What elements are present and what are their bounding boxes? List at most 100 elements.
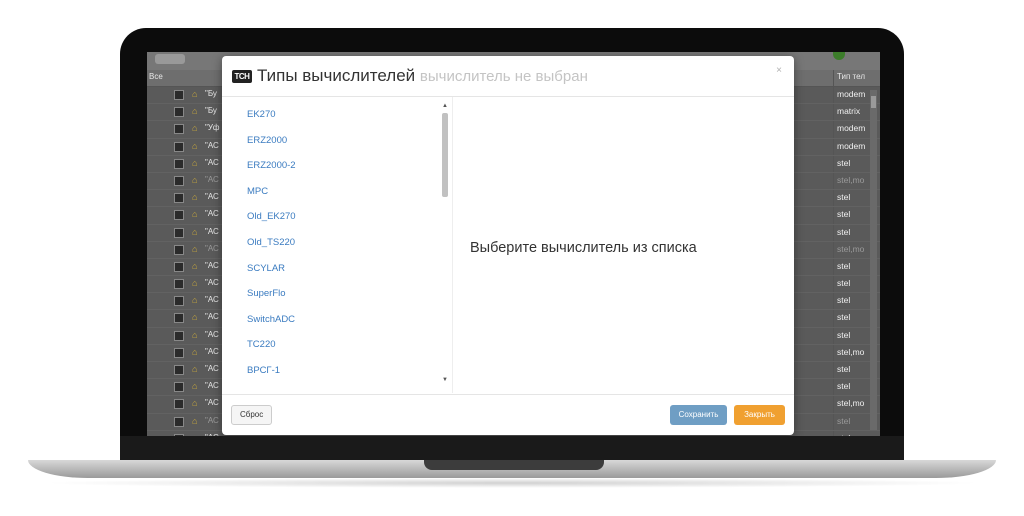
close-icon[interactable]: ×: [776, 65, 782, 76]
house-icon: ⌂: [192, 157, 198, 168]
house-icon: ⌂: [192, 174, 198, 185]
house-icon: ⌂: [192, 278, 198, 289]
checkbox-icon[interactable]: [174, 382, 184, 393]
calculator-list-item[interactable]: Old_TS220: [222, 230, 452, 256]
close-button[interactable]: Закрыть: [734, 405, 785, 425]
row-type: stel,mo: [837, 243, 865, 254]
row-type: stel,mo: [837, 174, 865, 185]
arrow-down-icon[interactable]: ▼: [442, 377, 448, 383]
checkbox-icon[interactable]: [174, 365, 184, 375]
app-logo: ТСН: [232, 70, 252, 83]
checkbox-icon[interactable]: [174, 124, 184, 135]
row-type: stel: [837, 192, 851, 203]
row-name: "АС: [205, 140, 219, 150]
row-type: matrix: [837, 106, 861, 117]
checkbox-icon[interactable]: [174, 313, 184, 324]
row-type: stel: [837, 433, 850, 436]
checkbox-icon[interactable]: [174, 261, 184, 272]
row-type: stel: [837, 278, 851, 289]
checkbox-icon[interactable]: [174, 90, 184, 100]
house-icon: ⌂: [192, 415, 198, 426]
calculator-list-item[interactable]: EK270: [222, 102, 452, 128]
list-scrollbar[interactable]: ▲ ▼: [441, 103, 449, 383]
checkbox-icon[interactable]: [174, 433, 184, 436]
checkbox-icon[interactable]: [174, 158, 184, 169]
row-type: stel: [837, 364, 851, 374]
reset-button[interactable]: Сброс: [231, 405, 273, 425]
house-icon: ⌂: [192, 398, 198, 409]
laptop-screen: Все Тип тел ⌂ "Бу modem ⌂ "Бу matrix ⌂ "Уф modem…: [147, 52, 880, 436]
dialog-title-text: Типы вычислителей: [257, 66, 416, 85]
row-name: "АС: [205, 209, 219, 219]
row-name: "АС: [205, 364, 219, 373]
row-type: stel: [837, 226, 851, 237]
table-scrollbar-thumb[interactable]: [871, 96, 876, 108]
house-icon: ⌂: [192, 243, 198, 254]
checkbox-icon[interactable]: [174, 175, 184, 186]
row-name: "Бу: [205, 89, 217, 98]
row-type: stel: [837, 209, 851, 220]
house-icon: ⌂: [192, 433, 197, 436]
calculator-list-item[interactable]: TC220: [222, 332, 452, 358]
calculator-list-item[interactable]: ВРСГ-1: [222, 358, 452, 384]
checkbox-icon[interactable]: [174, 416, 184, 427]
row-type: stel: [837, 260, 851, 271]
checkbox-icon[interactable]: [174, 107, 184, 118]
checkbox-icon[interactable]: [174, 296, 184, 307]
checkbox-icon[interactable]: [174, 244, 184, 255]
checkbox-icon[interactable]: [174, 227, 184, 238]
row-type: stel: [837, 312, 851, 323]
calculator-list-item[interactable]: MPC: [222, 179, 452, 205]
row-type: stel,mo: [837, 398, 865, 409]
row-type: stel: [837, 329, 851, 340]
dialog-footer: Сброс Сохранить Закрыть: [222, 394, 794, 436]
dialog-title: Типы вычислителей вычислитель не выбран: [257, 66, 588, 86]
dialog-header: ТСН Типы вычислителей вычислитель не выб…: [222, 56, 794, 97]
calculator-list-item[interactable]: SwitchADC: [222, 307, 452, 333]
house-icon: ⌂: [192, 364, 198, 374]
checkbox-icon[interactable]: [174, 193, 184, 204]
row-name: "АС: [205, 415, 219, 425]
checkbox-icon[interactable]: [174, 279, 184, 290]
row-name: "АС: [205, 157, 219, 167]
house-icon: ⌂: [192, 346, 198, 357]
house-icon: ⌂: [192, 226, 198, 237]
house-icon: ⌂: [192, 209, 198, 220]
save-button[interactable]: Сохранить: [670, 405, 727, 425]
header-select-all[interactable]: Все: [149, 72, 163, 81]
row-name: "АС: [205, 346, 219, 356]
row-type: modem: [837, 123, 866, 134]
row-name: "АС: [205, 312, 219, 322]
row-name: "Бу: [205, 106, 217, 116]
row-name: "АС: [205, 329, 219, 339]
detail-placeholder: Выберите вычислитель из списка: [470, 240, 697, 256]
checkbox-icon[interactable]: [174, 399, 184, 410]
list-scrollbar-thumb[interactable]: [442, 113, 448, 197]
row-name: "АС: [205, 278, 219, 288]
house-icon: ⌂: [192, 260, 198, 271]
calculator-list-item[interactable]: ERZ2000-2: [222, 153, 452, 179]
calculator-list-item[interactable]: SuperFlo: [222, 281, 452, 307]
checkbox-icon[interactable]: [174, 330, 184, 341]
house-icon: ⌂: [192, 329, 198, 340]
laptop-hinge: [120, 436, 904, 462]
row-type: stel,mo: [837, 346, 865, 357]
arrow-up-icon[interactable]: ▲: [442, 103, 448, 109]
calculator-list-item[interactable]: Old_EK270: [222, 204, 452, 230]
row-name: "АС: [205, 433, 219, 436]
row-name: "АС: [205, 243, 219, 253]
calculator-list-item[interactable]: SCYLAR: [222, 256, 452, 282]
table-scrollbar[interactable]: [870, 90, 877, 430]
checkbox-icon[interactable]: [174, 210, 184, 221]
calculator-types-dialog: ТСН Типы вычислителей вычислитель не выб…: [222, 56, 794, 435]
calculator-list-item[interactable]: ERZ2000: [222, 128, 452, 154]
toolbar-button[interactable]: [155, 54, 185, 64]
row-name: "АС: [205, 226, 219, 236]
row-type: stel: [837, 295, 851, 306]
checkbox-icon[interactable]: [174, 141, 184, 152]
header-type[interactable]: Тип тел: [837, 72, 865, 81]
calculator-list: EK270 ERZ2000 ERZ2000-2 MPC Old_EK270 Old_TS2…: [222, 97, 453, 393]
house-icon: ⌂: [192, 381, 198, 392]
checkbox-icon[interactable]: [174, 347, 184, 358]
house-icon: ⌂: [192, 295, 198, 306]
